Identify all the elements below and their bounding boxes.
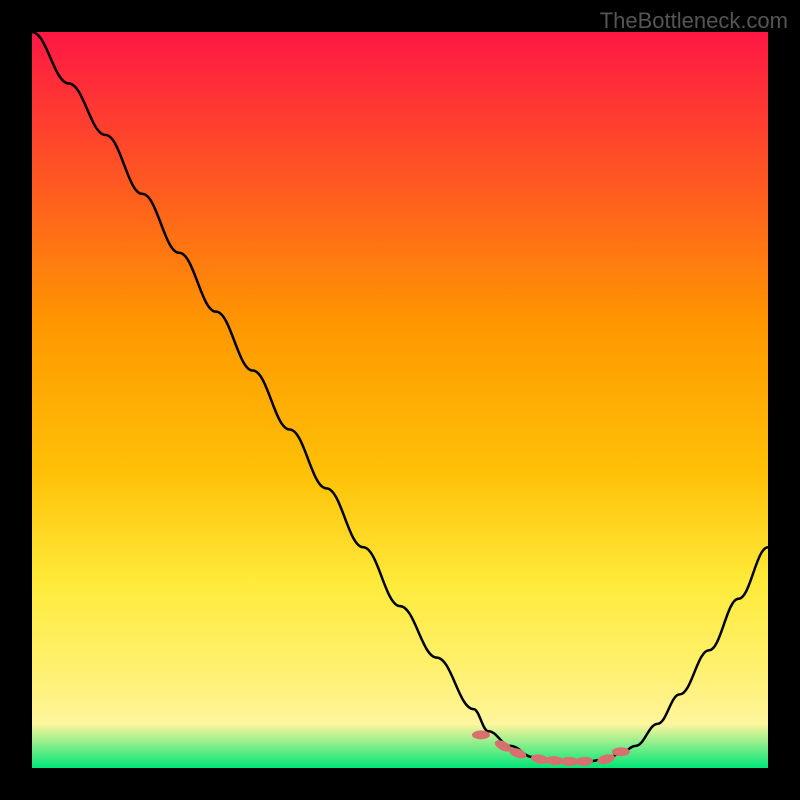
chart-container: TheBottleneck.com bbox=[0, 0, 800, 800]
watermark-text: TheBottleneck.com bbox=[600, 8, 788, 34]
gradient-background bbox=[32, 32, 768, 768]
plot-area bbox=[32, 32, 768, 768]
